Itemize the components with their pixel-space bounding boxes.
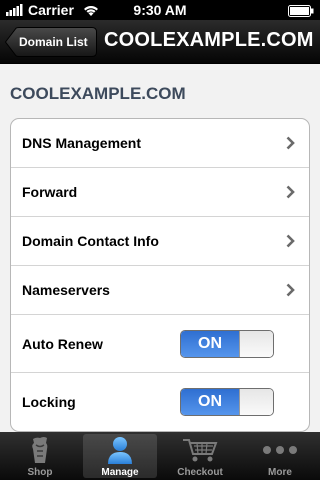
tab-label: More <box>268 467 292 478</box>
toggle-label: Auto Renew <box>22 335 103 352</box>
menu-item-label: DNS Management <box>22 135 142 151</box>
navigation-bar: Domain List COOLEXAMPLE.COM <box>0 20 320 64</box>
locking-switch[interactable]: ON <box>180 388 274 416</box>
cart-icon <box>182 434 218 466</box>
menu-item-forward[interactable]: Forward <box>11 168 309 217</box>
auto-renew-switch[interactable]: ON <box>180 329 274 358</box>
shop-icon <box>28 434 52 466</box>
more-dots-icon <box>262 434 298 466</box>
toggle-row-locking: Locking ON <box>11 373 309 431</box>
manage-person-icon <box>107 434 133 466</box>
switch-on-label: ON <box>181 330 239 357</box>
status-time: 9:30 AM <box>133 2 187 18</box>
tab-bar: Shop Manage Checkout More <box>0 432 320 480</box>
tab-more[interactable]: More <box>240 432 320 480</box>
section-header-domain: COOLEXAMPLE.COM <box>10 84 186 103</box>
menu-item-nameservers[interactable]: Nameservers <box>11 266 309 315</box>
back-button-domain-list[interactable]: Domain List <box>5 27 97 57</box>
tab-checkout[interactable]: Checkout <box>160 432 240 480</box>
switch-knob <box>239 330 273 357</box>
content-area: COOLEXAMPLE.COM DNS Management Forward D… <box>0 64 320 432</box>
chevron-right-icon <box>286 283 295 297</box>
menu-item-label: Nameservers <box>22 282 110 298</box>
switch-on-label: ON <box>181 389 239 415</box>
toggle-label: Locking <box>22 394 76 410</box>
chevron-right-icon <box>286 136 295 150</box>
settings-group: DNS Management Forward Domain Contact In… <box>10 118 310 432</box>
chevron-right-icon <box>286 185 295 199</box>
menu-item-label: Domain Contact Info <box>22 233 159 249</box>
menu-item-dns-management[interactable]: DNS Management <box>11 119 309 168</box>
status-bar: Carrier 9:30 AM <box>0 0 320 20</box>
tab-shop[interactable]: Shop <box>0 432 80 480</box>
tab-label: Checkout <box>177 467 223 478</box>
chevron-right-icon <box>286 234 295 248</box>
menu-item-domain-contact-info[interactable]: Domain Contact Info <box>11 217 309 266</box>
switch-knob <box>239 389 273 415</box>
toggle-row-auto-renew: Auto Renew ON <box>11 315 309 373</box>
nav-title: COOLEXAMPLE.COM <box>104 29 314 51</box>
tab-label: Shop <box>27 467 53 478</box>
menu-item-label: Forward <box>22 184 78 200</box>
tab-manage[interactable]: Manage <box>80 432 160 480</box>
back-button-label: Domain List <box>19 35 88 49</box>
battery-icon <box>288 4 314 20</box>
tab-label: Manage <box>101 467 139 478</box>
